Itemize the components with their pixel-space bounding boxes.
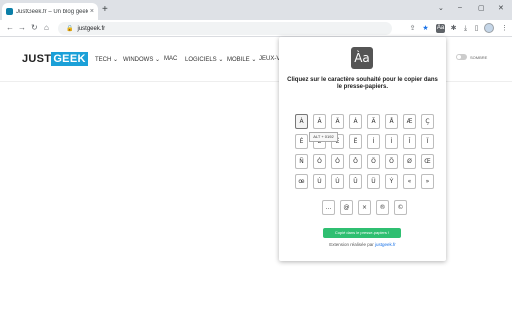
logo-just: JUST — [22, 53, 52, 65]
extension-credit: Extension réalisée par justgeek.fr — [279, 242, 446, 247]
close-window-icon[interactable]: ✕ — [498, 4, 504, 12]
character-button[interactable]: … — [322, 200, 335, 215]
dark-mode-label: SOMBRE — [470, 55, 488, 60]
character-button[interactable]: Ç — [421, 114, 434, 129]
character-button[interactable]: Ì — [385, 134, 398, 149]
character-button[interactable]: @ — [340, 200, 353, 215]
back-icon[interactable]: ← — [6, 23, 14, 33]
lock-icon[interactable]: 🔒 — [66, 25, 73, 32]
character-row: œ Ú Ù Û Ü Ý « » — [295, 174, 439, 189]
character-row: … @ × ® © — [322, 200, 412, 215]
character-button[interactable]: Ö — [367, 154, 380, 169]
character-button[interactable]: Œ — [421, 154, 434, 169]
popup-instruction: Cliquez sur le caractère souhaité pour l… — [287, 77, 438, 90]
maximize-icon[interactable]: ▢ — [478, 4, 485, 12]
character-button[interactable]: Æ — [403, 114, 416, 129]
character-row: Ñ Ó Ò Ô Ö Õ Ø Œ — [295, 154, 439, 169]
character-button[interactable]: Ï — [421, 134, 434, 149]
character-button[interactable]: Î — [403, 134, 416, 149]
special-characters-logo-icon: Àa — [351, 47, 373, 69]
download-icon[interactable]: ⤓ — [461, 24, 470, 33]
character-button[interactable]: À — [295, 114, 308, 129]
menu-item-logiciels[interactable]: LOGICIELS ⌄ — [185, 56, 223, 63]
character-button[interactable]: Õ — [385, 154, 398, 169]
tab-search-chevron-icon[interactable]: ⌄ — [438, 4, 444, 12]
credit-prefix: Extension réalisée par — [329, 242, 375, 247]
character-button[interactable]: « — [403, 174, 416, 189]
character-button[interactable]: Ý — [385, 174, 398, 189]
character-button[interactable]: × — [358, 200, 371, 215]
menu-item-jeux[interactable]: JEUX-V — [259, 56, 280, 62]
browser-tab[interactable]: JustGeek.fr – Un blog geek et hi... × — [2, 3, 98, 20]
logo-geek: GEEK — [51, 52, 88, 66]
dark-mode-toggle[interactable] — [456, 54, 467, 60]
site-logo[interactable]: JUST GEEK — [22, 52, 88, 66]
special-characters-popup: Àa Cliquez sur le caractère souhaité pou… — [279, 37, 446, 261]
forward-icon[interactable]: → — [18, 23, 26, 33]
shortcut-tooltip: ALT + 0192 — [309, 132, 338, 142]
address-bar[interactable]: 🔒 justgeek.fr — [58, 22, 392, 35]
bookmark-star-icon[interactable]: ★ — [421, 24, 430, 33]
character-button[interactable]: Ô — [349, 154, 362, 169]
special-characters-extension-icon[interactable]: Àa — [436, 24, 445, 33]
tab-strip: JustGeek.fr – Un blog geek et hi... × + … — [0, 0, 512, 20]
menu-item-mobile[interactable]: MOBILE ⌄ — [227, 56, 256, 63]
menu-item-mac[interactable]: MAC — [164, 56, 177, 62]
reload-icon[interactable]: ↻ — [31, 23, 38, 33]
extensions-puzzle-icon[interactable]: ✱ — [449, 24, 458, 33]
character-button[interactable]: Ü — [367, 174, 380, 189]
character-button[interactable]: Í — [367, 134, 380, 149]
character-button[interactable]: Ã — [367, 114, 380, 129]
sidebar-icon[interactable]: ▯ — [472, 24, 481, 33]
character-button[interactable]: Ñ — [295, 154, 308, 169]
character-row: À Â Ä Á Ã Å Æ Ç — [295, 114, 439, 129]
url-text: justgeek.fr — [77, 25, 106, 32]
character-button[interactable]: œ — [295, 174, 308, 189]
character-button[interactable]: Å — [385, 114, 398, 129]
character-button[interactable]: Ú — [313, 174, 326, 189]
character-button[interactable]: Û — [349, 174, 362, 189]
new-tab-button[interactable]: + — [102, 5, 108, 15]
character-button[interactable]: É — [295, 134, 308, 149]
character-button[interactable]: Ë — [349, 134, 362, 149]
browser-toolbar: ← → ↻ ⌂ 🔒 justgeek.fr ⇪ ★ Àa ✱ ⤓ ▯ ON ⋮ — [0, 20, 512, 37]
home-icon[interactable]: ⌂ — [44, 23, 49, 33]
credit-link[interactable]: justgeek.fr — [375, 242, 396, 247]
share-icon[interactable]: ⇪ — [408, 24, 417, 33]
profile-avatar[interactable] — [484, 23, 494, 33]
character-button[interactable]: Ò — [331, 154, 344, 169]
character-button[interactable]: Ø — [403, 154, 416, 169]
character-button[interactable]: Ó — [313, 154, 326, 169]
character-button[interactable]: Ä — [331, 114, 344, 129]
menu-item-tech[interactable]: TECH ⌄ — [95, 56, 118, 63]
minimize-icon[interactable]: – — [458, 4, 462, 11]
copied-notification: Copié dans le presse-papiers ! — [323, 228, 401, 238]
character-button[interactable]: Ù — [331, 174, 344, 189]
character-button[interactable]: » — [421, 174, 434, 189]
character-button[interactable]: Â — [313, 114, 326, 129]
character-button[interactable]: ® — [376, 200, 389, 215]
tab-close-icon[interactable]: × — [90, 8, 94, 15]
site-favicon-icon — [6, 8, 13, 15]
character-button[interactable]: Á — [349, 114, 362, 129]
browser-menu-icon[interactable]: ⋮ — [500, 24, 509, 33]
tab-title: JustGeek.fr – Un blog geek et hi... — [16, 8, 88, 15]
menu-item-windows[interactable]: WINDOWS ⌄ — [123, 56, 160, 63]
character-button[interactable]: © — [394, 200, 407, 215]
